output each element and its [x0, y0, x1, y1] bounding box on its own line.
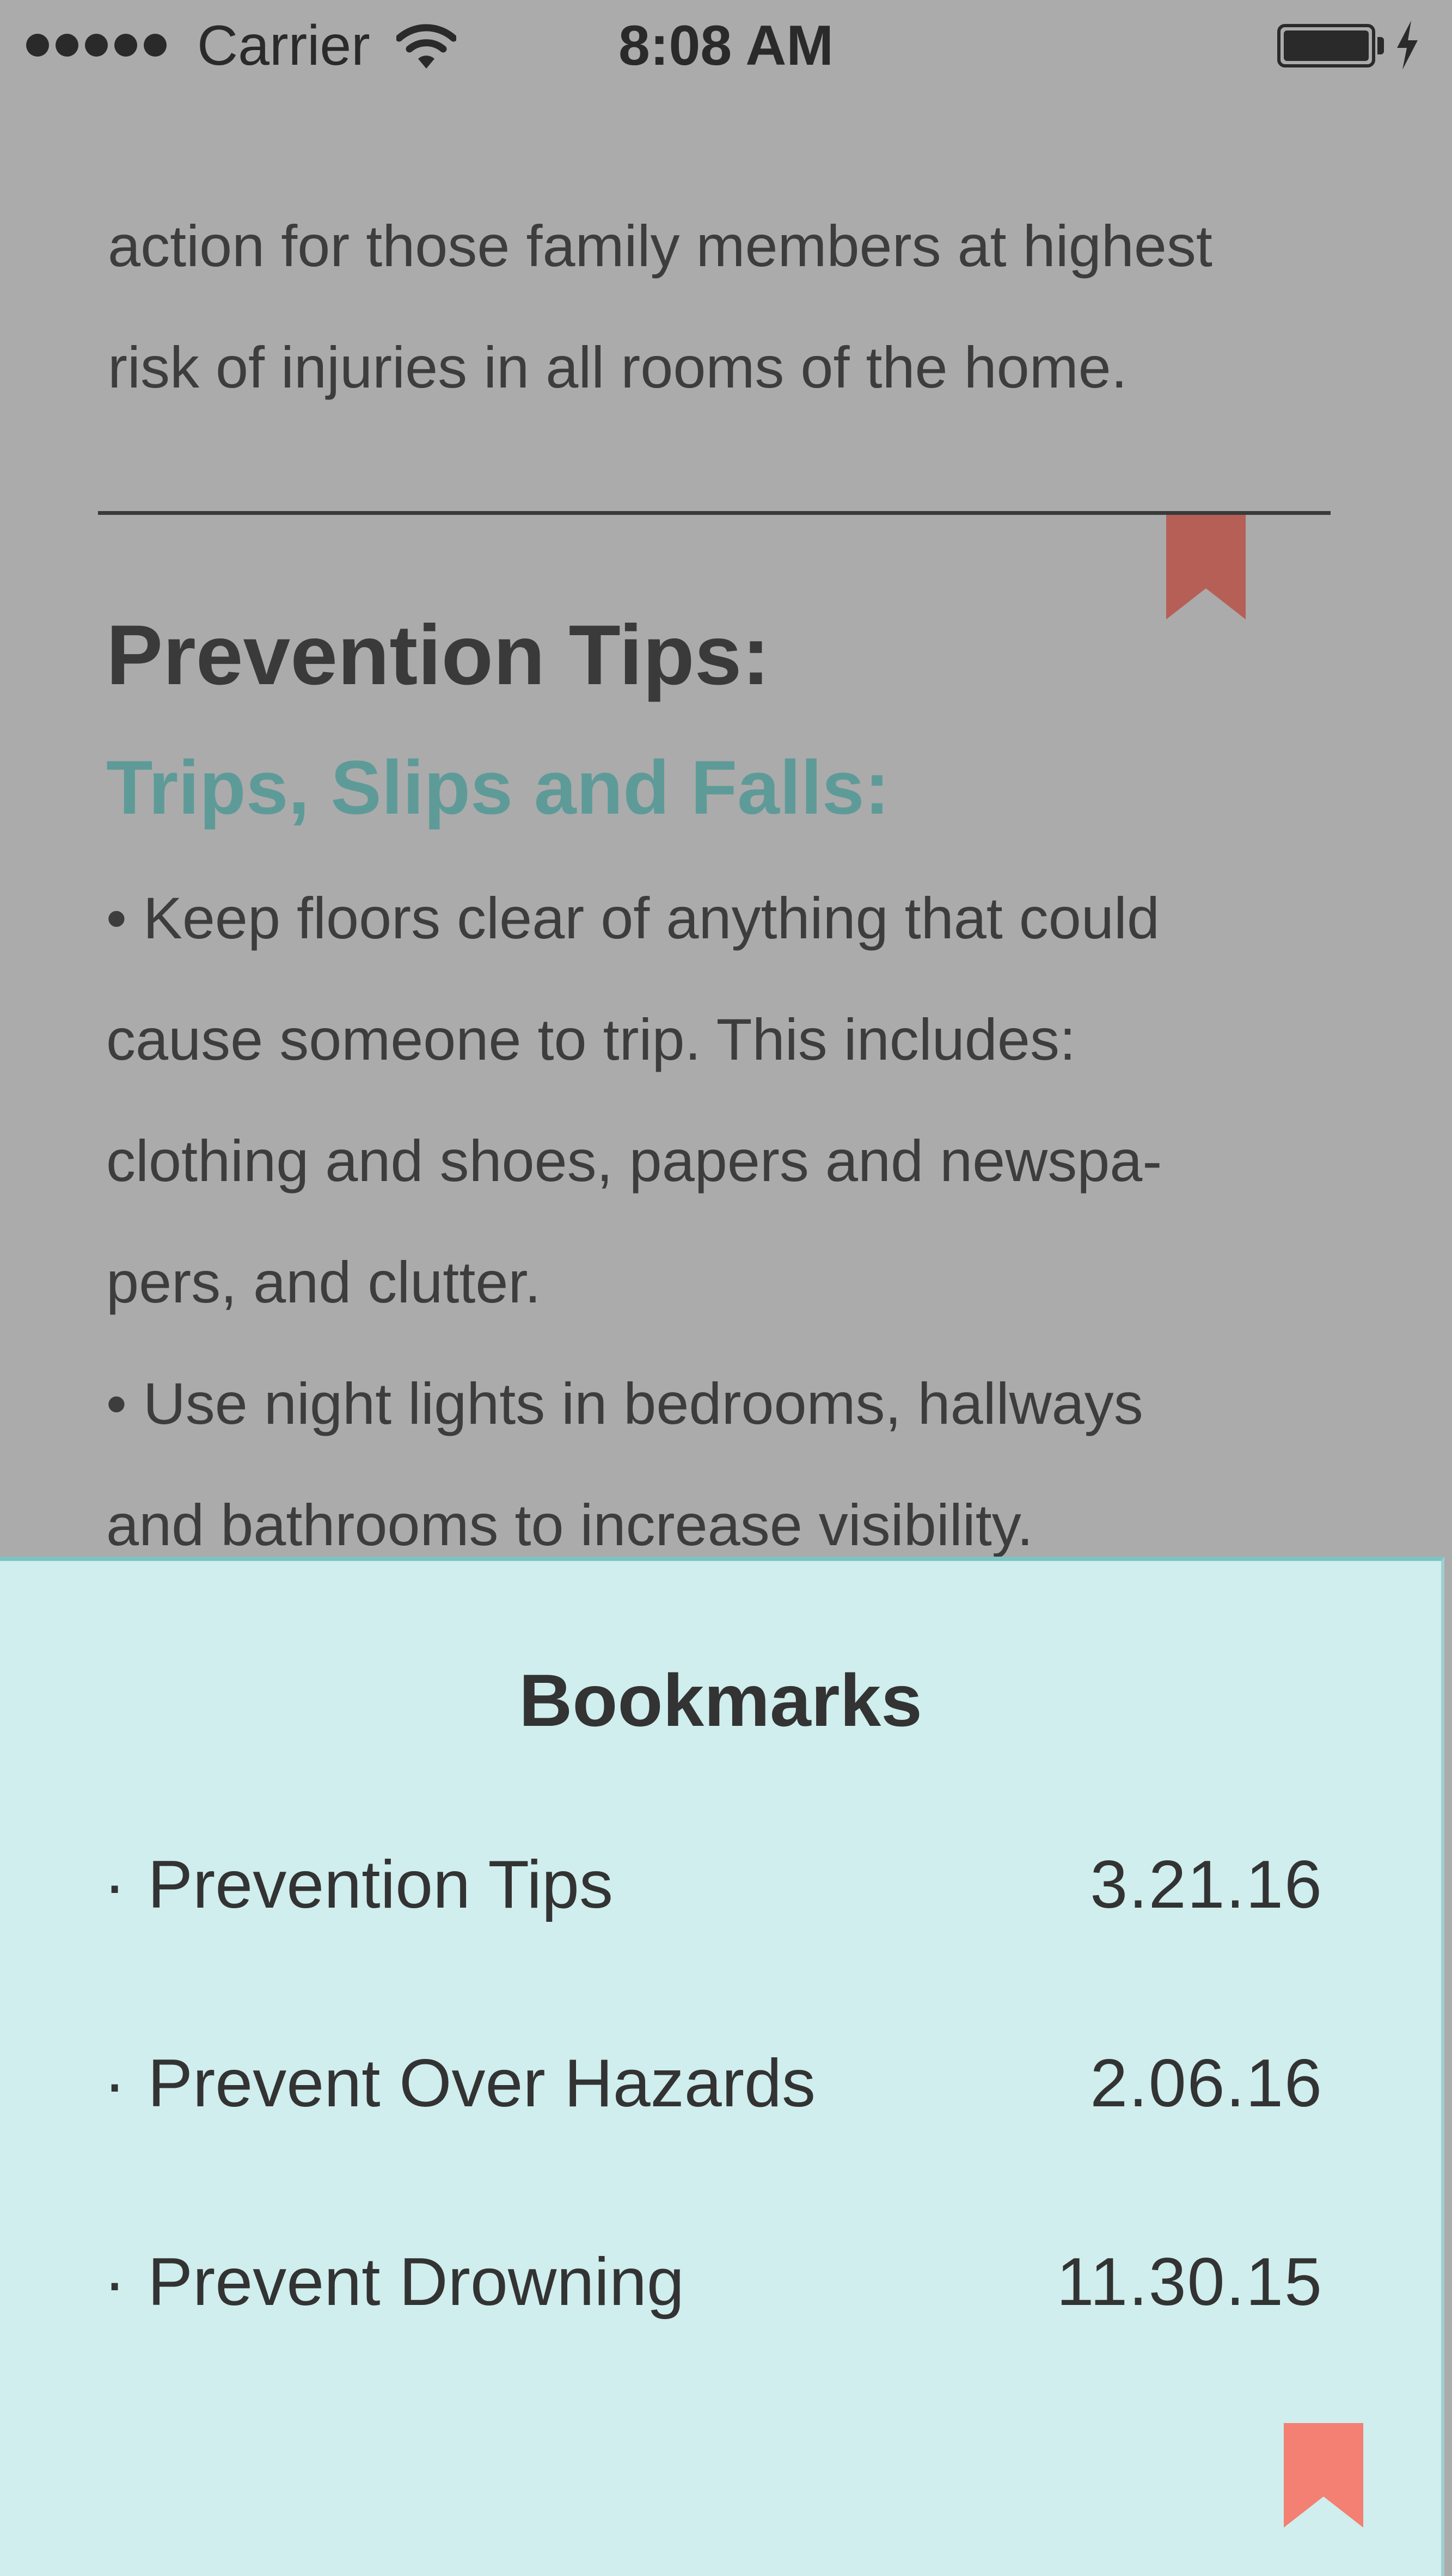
bookmark-item-prevention-tips[interactable]: · Prevention Tips 3.21.16 — [103, 1839, 1323, 1931]
charging-bolt-icon — [1397, 21, 1418, 70]
tip-line: clothing and shoes, papers and newspa- — [106, 1128, 1162, 1194]
bookmark-label: Prevent Drowning — [148, 2245, 684, 2320]
bullet: · — [103, 1847, 126, 1922]
bookmark-item-prevent-drowning[interactable]: · Prevent Drowning 11.30.15 — [103, 2236, 1323, 2328]
bookmark-item-prevent-over-hazards[interactable]: · Prevent Over Hazards 2.06.16 — [103, 2037, 1323, 2130]
tip-line: cause someone to trip. This includes: — [106, 1006, 1076, 1072]
tip-line: pers, and clutter. — [106, 1249, 541, 1315]
bookmark-label: Prevent Over Hazards — [148, 2046, 816, 2121]
bookmark-ribbon-icon[interactable] — [1284, 2423, 1363, 2528]
battery-cap — [1377, 37, 1384, 54]
tip-line: • Keep floors clear of anything that cou… — [106, 885, 1160, 951]
status-bar: Carrier 8:08 AM — [0, 0, 1452, 93]
bookmark-date: 3.21.16 — [1090, 1847, 1323, 1922]
subsection-title: Trips, Slips and Falls: — [106, 745, 890, 830]
bookmark-label: Prevention Tips — [148, 1847, 613, 1922]
bookmark-label-wrap: · Prevent Over Hazards — [103, 2045, 816, 2122]
section-divider — [98, 511, 1331, 515]
tips-paragraph: • Keep floors clear of anything that cou… — [106, 857, 1358, 1585]
bookmark-date: 2.06.16 — [1090, 2046, 1323, 2121]
article-intro: action for those family members at highe… — [108, 185, 1360, 428]
intro-line: action for those family members at highe… — [108, 213, 1212, 279]
bookmarks-panel: Bookmarks · Prevention Tips 3.21.16 · Pr… — [0, 1557, 1444, 2576]
bookmark-label-wrap: · Prevent Drowning — [103, 2243, 684, 2321]
intro-line: risk of injuries in all rooms of the hom… — [108, 334, 1128, 400]
bullet: · — [103, 2245, 126, 2320]
battery-icon — [1277, 24, 1375, 67]
status-time: 8:08 AM — [618, 14, 834, 77]
tip-line: • Use night lights in bedrooms, hallways — [106, 1370, 1143, 1436]
bookmark-label-wrap: · Prevention Tips — [103, 1846, 613, 1923]
bookmark-date: 11.30.15 — [1056, 2245, 1323, 2320]
bookmark-ribbon-icon[interactable] — [1166, 515, 1246, 619]
bookmarks-title: Bookmarks — [519, 1659, 922, 1742]
bullet: · — [103, 2046, 126, 2121]
section-title: Prevention Tips: — [106, 608, 770, 703]
